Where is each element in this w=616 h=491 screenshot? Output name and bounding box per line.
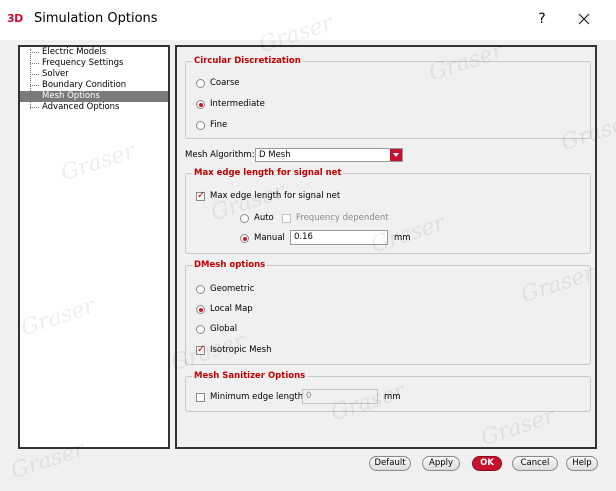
app-3d-icon: 3D [7,12,23,25]
help-question-button[interactable]: ? [532,8,552,30]
radio-coarse-label: Coarse [210,78,240,88]
radio-geometric[interactable] [196,285,205,294]
ok-button[interactable]: OK [472,456,502,471]
dmesh-options-group: DMesh options Geometric Local Map Global… [185,260,591,365]
title-bar: 3D Simulation Options ? [0,0,616,40]
radio-intermediate[interactable] [196,100,205,109]
close-icon [578,13,590,25]
tree-item-frequency-settings[interactable]: Frequency Settings [20,58,168,69]
radio-auto[interactable] [240,214,249,223]
default-button[interactable]: Default [369,456,411,471]
manual-edge-length-input[interactable]: 0.16 [290,230,388,245]
chevron-down-icon [390,149,402,161]
close-button[interactable] [573,8,595,30]
help-button[interactable]: Help [566,456,598,471]
tree-item-advanced-options[interactable]: Advanced Options [20,102,168,113]
circular-discretization-title: Circular Discretization [192,56,303,66]
minimum-edge-length-checkbox[interactable] [196,393,205,402]
cancel-button[interactable]: Cancel [512,456,558,471]
radio-geometric-label: Geometric [210,284,255,294]
tree-item-electric-models[interactable]: Electric Models [20,47,168,58]
dmesh-options-title: DMesh options [192,260,268,270]
radio-local-map-label: Local Map [210,304,253,314]
mesh-algorithm-select[interactable]: D Mesh [255,148,403,162]
manual-unit-label: mm [394,233,411,243]
sanitizer-unit-label: mm [384,392,401,402]
mesh-sanitizer-group: Mesh Sanitizer Options Minimum edge leng… [185,371,591,412]
circular-discretization-group: Circular Discretization Coarse Intermedi… [185,56,591,139]
mesh-algorithm-label: Mesh Algorithm: [185,150,255,160]
tree-item-boundary-condition[interactable]: Boundary Condition [20,80,168,91]
tree-item-solver[interactable]: Solver [20,69,168,80]
isotropic-mesh-label: Isotropic Mesh [210,345,272,355]
mesh-algorithm-value: D Mesh [259,150,291,160]
isotropic-mesh-checkbox[interactable] [196,344,205,355]
radio-auto-label: Auto [254,213,274,223]
radio-global-label: Global [210,324,238,334]
mesh-options-panel: Circular Discretization Coarse Intermedi… [175,45,597,449]
minimum-edge-length-input[interactable]: 0 [302,389,378,404]
window-title: Simulation Options [34,11,158,26]
radio-coarse[interactable] [196,79,205,88]
simulation-options-dialog: 3D Simulation Options ? Electric Models … [0,0,616,491]
radio-manual[interactable] [240,234,249,243]
minimum-edge-length-label: Minimum edge length [210,392,304,402]
frequency-dependent-label: Frequency dependent [296,213,389,223]
apply-button[interactable]: Apply [422,456,460,471]
radio-intermediate-label: Intermediate [210,99,265,109]
max-edge-length-title: Max edge length for signal net [192,168,344,178]
radio-fine-label: Fine [210,120,228,130]
max-edge-length-group: Max edge length for signal net Max edge … [185,168,591,254]
max-edge-length-checkbox-label: Max edge length for signal net [210,191,341,201]
radio-global[interactable] [196,325,205,334]
radio-manual-label: Manual [254,233,285,243]
tree-item-mesh-options[interactable]: Mesh Options [20,91,168,102]
max-edge-length-checkbox[interactable] [196,190,205,201]
frequency-dependent-checkbox[interactable] [282,214,291,223]
radio-local-map[interactable] [196,305,205,314]
radio-fine[interactable] [196,121,205,130]
options-tree: Electric Models Frequency Settings Solve… [18,45,170,449]
mesh-sanitizer-title: Mesh Sanitizer Options [192,371,308,381]
